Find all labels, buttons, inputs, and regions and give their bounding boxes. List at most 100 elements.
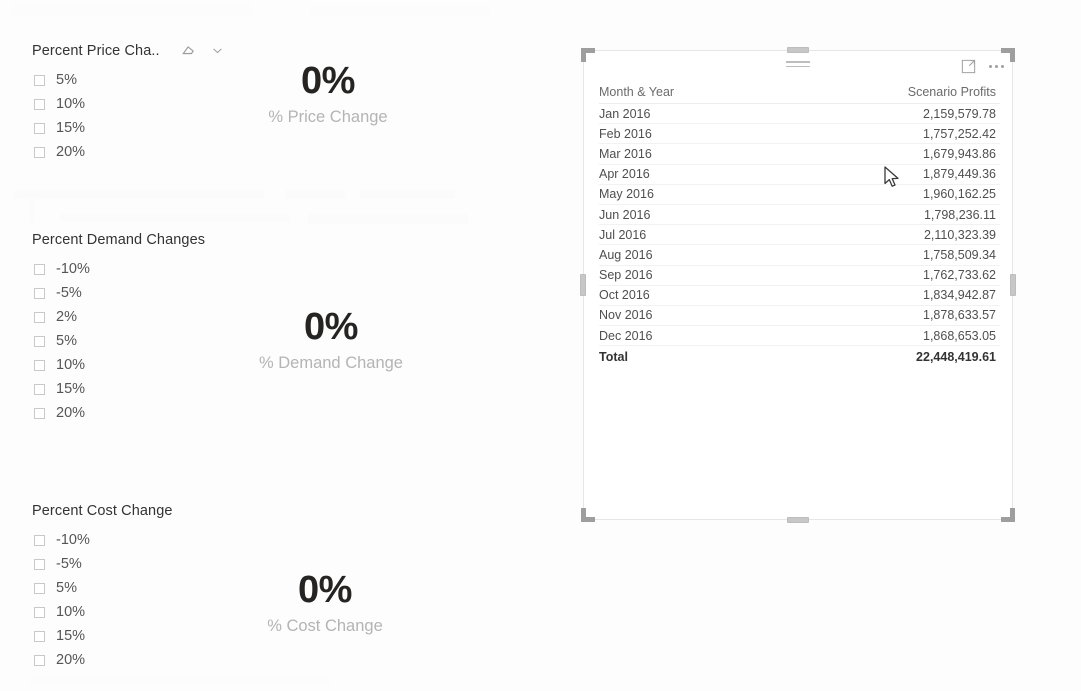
- column-header-month[interactable]: Month & Year: [599, 83, 788, 104]
- resize-handle-top-left[interactable]: [581, 48, 595, 62]
- cell-month: Jul 2016: [599, 224, 788, 246]
- table-row[interactable]: May 2016 1,960,162.25: [599, 184, 1000, 205]
- resize-handle-bottom-right[interactable]: [1001, 508, 1015, 522]
- slicer-item[interactable]: 5%: [32, 68, 226, 92]
- cell-profit: 1,798,236.11: [787, 204, 1000, 226]
- checkbox-icon[interactable]: [34, 654, 45, 666]
- table-visual[interactable]: Month & Year Scenario Profits Jan 2016 2…: [583, 50, 1013, 520]
- cell-month: Jun 2016: [599, 204, 788, 226]
- slicer-item[interactable]: 15%: [32, 624, 173, 648]
- background-artifact: [14, 190, 264, 199]
- table-row[interactable]: Apr 2016 1,879,449.36: [599, 164, 1000, 185]
- eraser-icon[interactable]: [180, 42, 197, 59]
- resize-handle-top[interactable]: [787, 47, 809, 53]
- column-header-profits[interactable]: Scenario Profits: [787, 83, 1000, 104]
- checkbox-icon[interactable]: [34, 359, 45, 371]
- checkbox-icon[interactable]: [34, 122, 45, 134]
- table-header-row: Month & Year Scenario Profits: [599, 83, 1000, 104]
- checkbox-icon[interactable]: [34, 582, 45, 594]
- slicer-item-label: -10%: [56, 260, 90, 277]
- slicer-item-label: 2%: [56, 308, 77, 325]
- slicer-item[interactable]: -5%: [32, 281, 205, 305]
- cell-month: May 2016: [599, 184, 788, 205]
- checkbox-icon[interactable]: [34, 287, 45, 299]
- focus-mode-icon[interactable]: [959, 57, 978, 76]
- checkbox-icon[interactable]: [34, 335, 45, 347]
- slicer-percent-cost-change[interactable]: Percent Cost Change -10% -5% 5% 10% 15%: [32, 503, 173, 672]
- checkbox-icon[interactable]: [34, 383, 45, 395]
- slicer-item-label: -10%: [56, 531, 90, 548]
- cell-month: Feb 2016: [599, 123, 788, 145]
- table-row[interactable]: Mar 2016 1,679,943.86: [599, 143, 1000, 165]
- slicer-item-label: 5%: [56, 579, 77, 596]
- slicer-item[interactable]: 10%: [32, 353, 205, 377]
- card-value: 0%: [298, 569, 352, 611]
- table-row[interactable]: Sep 2016 1,762,733.62: [599, 265, 1000, 286]
- cell-profit: 2,159,579.78: [787, 103, 1000, 125]
- table-row[interactable]: Jul 2016 2,110,323.39: [599, 224, 1000, 246]
- slicer-items: 5% 10% 15% 20%: [32, 68, 226, 164]
- resize-handle-top-right[interactable]: [1001, 48, 1015, 62]
- checkbox-icon[interactable]: [34, 311, 45, 323]
- visual-header: [584, 51, 1012, 81]
- slicer-header: Percent Demand Changes: [32, 232, 205, 248]
- table-row[interactable]: Jan 2016 2,159,579.78: [599, 103, 1000, 125]
- slicer-item-label: 5%: [56, 332, 77, 349]
- slicer-item[interactable]: 15%: [32, 377, 205, 401]
- checkbox-icon[interactable]: [34, 558, 45, 570]
- slicer-item-label: 15%: [56, 627, 86, 644]
- checkbox-icon[interactable]: [34, 146, 45, 158]
- slicer-item-label: 10%: [56, 603, 86, 620]
- checkbox-icon[interactable]: [34, 534, 45, 546]
- card-percent-cost-change[interactable]: 0% % Cost Change: [205, 571, 445, 635]
- slicer-item[interactable]: -10%: [32, 528, 173, 552]
- chevron-down-icon[interactable]: [209, 42, 226, 59]
- cell-profit: 1,868,653.05: [787, 325, 1000, 347]
- slicer-item-label: 20%: [56, 651, 86, 668]
- resize-handle-right[interactable]: [1010, 274, 1016, 296]
- mouse-cursor-icon: [884, 166, 902, 190]
- card-label: % Price Change: [268, 108, 388, 126]
- slicer-item-label: 10%: [56, 95, 86, 112]
- checkbox-icon[interactable]: [34, 74, 45, 86]
- table-row[interactable]: Feb 2016 1,757,252.42: [599, 123, 1000, 145]
- slicer-item[interactable]: 20%: [32, 401, 205, 425]
- table-row[interactable]: Aug 2016 1,758,509.34: [599, 244, 1000, 266]
- resize-handle-bottom[interactable]: [787, 517, 809, 523]
- slicer-item-label: 15%: [56, 380, 86, 397]
- checkbox-icon[interactable]: [34, 606, 45, 618]
- checkbox-icon[interactable]: [34, 630, 45, 642]
- slicer-item[interactable]: 5%: [32, 329, 205, 353]
- slicer-items: -10% -5% 2% 5% 10% 15% 20%: [32, 257, 205, 425]
- card-label: % Demand Change: [258, 354, 403, 372]
- slicer-percent-price-change[interactable]: Percent Price Cha.. 5% 10% 15% 20%: [32, 42, 226, 164]
- resize-handle-bottom-left[interactable]: [581, 508, 595, 522]
- table-row[interactable]: Jun 2016 1,798,236.11: [599, 204, 1000, 226]
- slicer-item[interactable]: 5%: [32, 576, 173, 600]
- slicer-item[interactable]: 20%: [32, 648, 173, 672]
- drag-handle-icon[interactable]: [786, 61, 810, 70]
- table-row[interactable]: Nov 2016 1,878,633.57: [599, 305, 1000, 327]
- slicer-item-label: -5%: [56, 284, 82, 301]
- checkbox-icon[interactable]: [34, 263, 45, 275]
- slicer-item[interactable]: 15%: [32, 116, 226, 140]
- visual-toolbar: [959, 57, 1004, 76]
- slicer-item[interactable]: 2%: [32, 305, 205, 329]
- slicer-item[interactable]: 20%: [32, 140, 226, 164]
- table-total-row: Total 22,448,419.61: [599, 345, 1000, 367]
- card-percent-price-change[interactable]: 0% % Price Change: [208, 62, 448, 126]
- background-artifact: [12, 4, 252, 16]
- slicer-item[interactable]: 10%: [32, 92, 226, 116]
- slicer-percent-demand-changes[interactable]: Percent Demand Changes -10% -5% 2% 5% 10…: [32, 232, 205, 425]
- table-row[interactable]: Oct 2016 1,834,942.87: [599, 285, 1000, 306]
- slicer-item[interactable]: -5%: [32, 552, 173, 576]
- slicer-item-label: 20%: [56, 143, 86, 160]
- cell-month: Sep 2016: [599, 265, 788, 286]
- slicer-item[interactable]: -10%: [32, 257, 205, 281]
- resize-handle-left[interactable]: [580, 274, 586, 296]
- table-row[interactable]: Dec 2016 1,868,653.05: [599, 325, 1000, 347]
- card-percent-demand-change[interactable]: 0% % Demand Change: [211, 308, 451, 372]
- checkbox-icon[interactable]: [34, 98, 45, 110]
- slicer-item[interactable]: 10%: [32, 600, 173, 624]
- checkbox-icon[interactable]: [34, 407, 45, 419]
